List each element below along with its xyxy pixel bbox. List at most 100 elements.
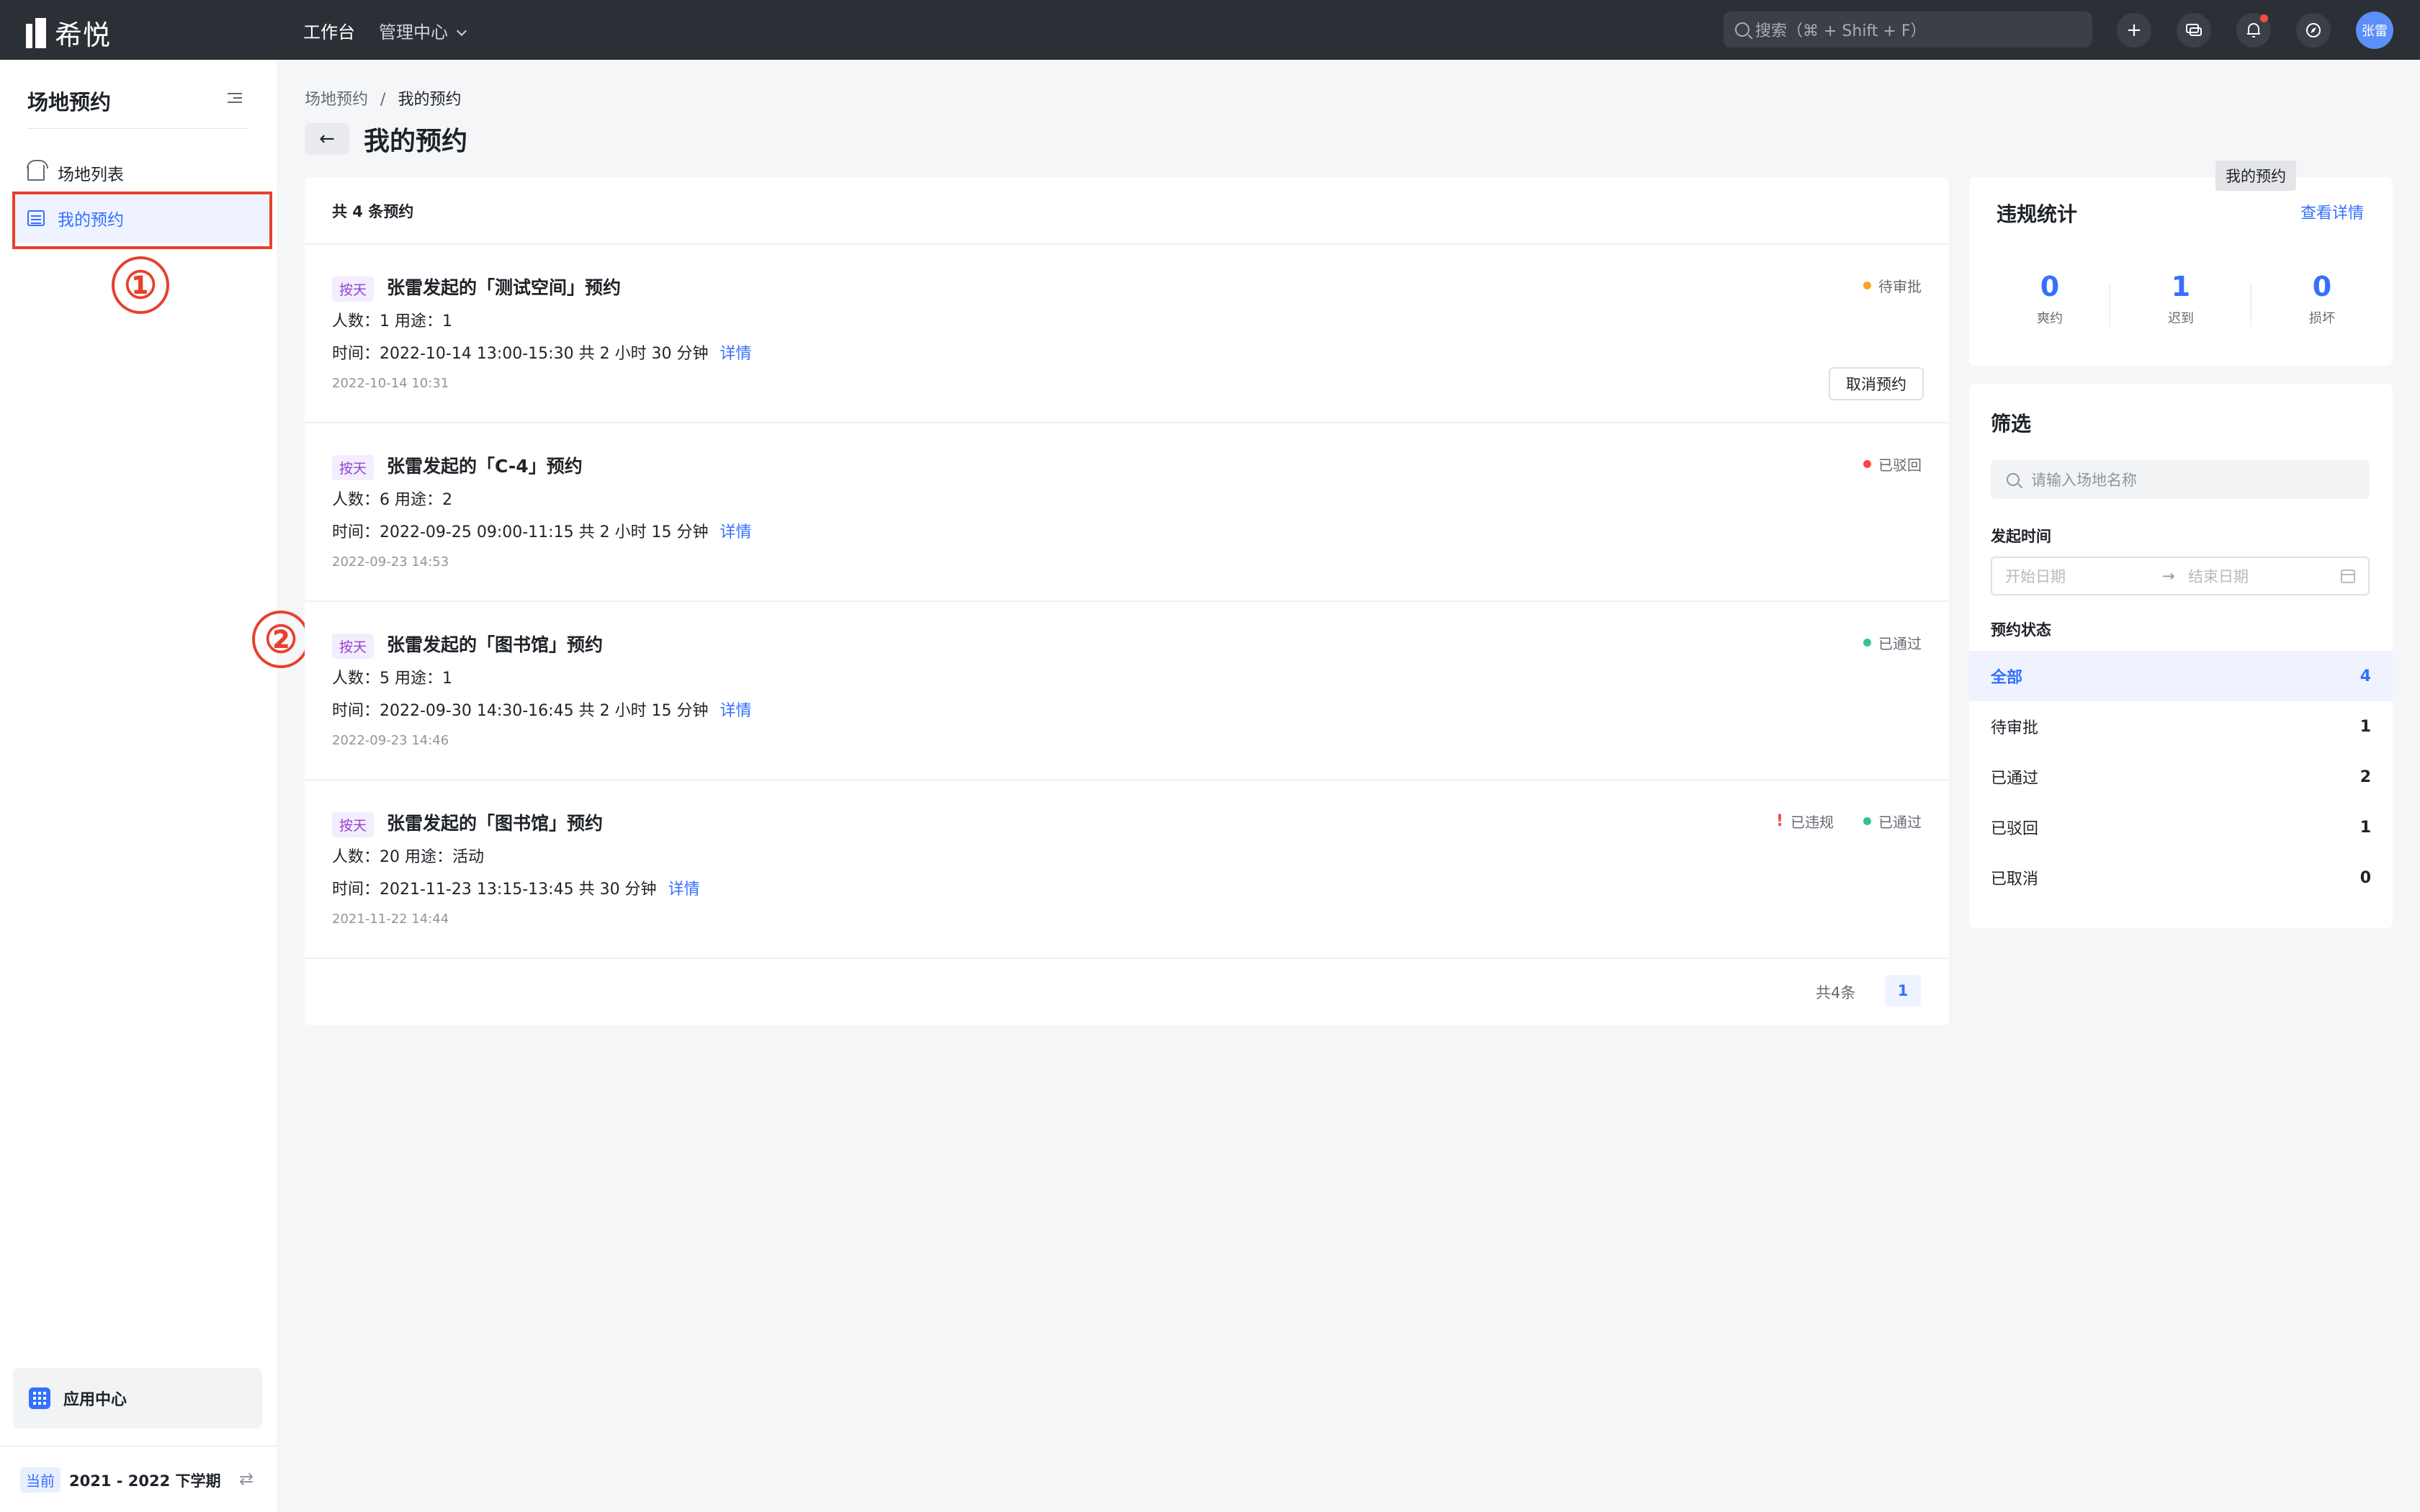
booking-created-at: 2022-10-14 10:31 [332,376,449,391]
booking-title[interactable]: 张雷发起的「图书馆」预约 [387,809,603,835]
stat-value: 0 [2040,271,2060,302]
notification-badge [2260,14,2268,22]
status-dot [1863,460,1871,468]
status-badge: 待审批 [1863,275,1922,296]
annotation-number-1: ① [112,256,169,314]
booking-type-tag: 按天 [332,276,375,302]
status-filter-approved[interactable]: 已通过 2 [1969,752,2393,802]
page-title: 我的预约 [364,127,468,156]
filter-time-label: 发起时间 [1991,528,2051,545]
booking-time-text: 时间：2022-09-30 14:30-16:45 共 2 小时 15 分钟 [332,702,709,720]
annotation-number-2: ② [252,611,310,668]
status-filter-label: 待审批 [1991,719,2039,737]
stat-value: 1 [2171,271,2191,302]
booking-meta: 人数：5 用途：1 [332,670,452,688]
status-filter-pending[interactable]: 待审批 1 [1969,701,2393,752]
status-filter-count: 4 [2360,667,2371,685]
booking-meta: 人数：20 用途：活动 [332,848,484,866]
search-placeholder: 搜索（⌘ + Shift + F） [1755,22,1927,40]
booking-time-text: 时间：2022-10-14 13:00-15:30 共 2 小时 30 分钟 [332,345,709,363]
switch-term-icon[interactable]: ⇄ [239,1469,254,1489]
sidebar-divider [27,128,249,129]
date-range-picker[interactable]: 开始日期 → 结束日期 [1991,557,2370,595]
booking-meta: 人数：6 用途：2 [332,491,452,509]
detail-link[interactable]: 详情 [720,345,752,363]
status-filter-count: 1 [2360,717,2371,736]
stat-late: 1 迟到 [2116,271,2246,327]
bell-icon [2247,23,2260,37]
term-name: 2021 - 2022 下学期 [69,1472,221,1490]
booking-record[interactable]: 按天 张雷发起的「图书馆」预约 人数：20 用途：活动 时间：2021-11-2… [305,780,1949,958]
arrow-left-icon: ← [319,128,335,150]
app-grid-icon [29,1387,50,1409]
list-divider [305,958,1949,959]
chat-icon [2186,24,2202,36]
booking-time-text: 时间：2022-09-25 09:00-11:15 共 2 小时 15 分钟 [332,523,709,541]
booking-record[interactable]: 按天 张雷发起的「测试空间」预约 人数：1 用途：1 时间：2022-10-14… [305,245,1949,422]
status-dot [1863,282,1871,289]
booking-title[interactable]: 张雷发起的「测试空间」预约 [387,274,621,300]
warning-icon: ! [1775,812,1783,830]
breadcrumb-current: 我的预约 [398,91,462,109]
status-filter-rejected[interactable]: 已驳回 1 [1969,802,2393,852]
top-navigation-bar: 希悦 工作台 管理中心 搜索（⌘ + Shift + F） + 张雷 [0,0,2420,60]
detail-link[interactable]: 详情 [668,881,700,899]
stat-divider [2250,284,2251,327]
collapse-sidebar-icon[interactable] [228,91,242,104]
back-button[interactable]: ← [305,123,349,155]
start-date-input[interactable]: 开始日期 [2005,565,2066,587]
status-filter-label: 已通过 [1991,770,2039,788]
plus-icon: + [2126,19,2142,41]
cancel-booking-button[interactable]: 取消预约 [1829,367,1924,400]
search-icon [2007,473,2020,486]
nav-workbench[interactable]: 工作台 [303,18,355,43]
list-count: 共 4 条预约 [332,203,414,220]
booking-time: 时间：2021-11-23 13:15-13:45 共 30 分钟 详情 [332,876,700,899]
sidebar-title: 场地预约 [27,90,112,114]
booking-record[interactable]: 按天 张雷发起的「C-4」预约 人数：6 用途：2 时间：2022-09-25 … [305,423,1949,600]
booking-title[interactable]: 张雷发起的「C-4」预约 [387,452,583,478]
violation-label: 已违规 [1791,814,1834,831]
booking-meta: 人数：1 用途：1 [332,312,452,330]
status-filter-cancelled[interactable]: 已取消 0 [1969,852,2393,903]
filter-title: 筛选 [1991,412,2032,436]
booking-record[interactable]: 按天 张雷发起的「图书馆」预约 人数：5 用途：1 时间：2022-09-30 … [305,602,1949,779]
booking-title[interactable]: 张雷发起的「图书馆」预约 [387,631,603,657]
app-center-label: 应用中心 [63,1391,127,1409]
booking-type-tag: 按天 [332,812,375,837]
sidebar-item-venue-list[interactable]: 场地列表 [13,148,269,198]
venue-search-input[interactable]: 请输入场地名称 [1991,460,2370,499]
pagination-page-1[interactable]: 1 [1885,975,1921,1007]
status-label: 已通过 [1878,814,1922,831]
arrow-right-icon: → [2162,567,2175,585]
breadcrumb-root[interactable]: 场地预约 [305,91,368,109]
venue-search-placeholder: 请输入场地名称 [2031,472,2137,489]
status-filter-count: 1 [2360,818,2371,837]
status-badge: 已通过 [1863,811,1922,832]
detail-link[interactable]: 详情 [720,702,752,720]
status-filter-count: 0 [2360,868,2371,887]
breadcrumb-separator: / [380,91,386,109]
compass-icon [2306,23,2321,37]
nav-admin-center[interactable]: 管理中心 [379,18,467,43]
user-avatar[interactable]: 张雷 [2356,12,2393,49]
booking-created-at: 2022-09-23 14:46 [332,733,449,748]
logo-mark-icon [26,17,48,48]
global-search-input[interactable]: 搜索（⌘ + Shift + F） [1724,12,2092,48]
detail-link[interactable]: 详情 [720,523,752,541]
help-button[interactable] [2296,13,2331,48]
status-label: 已驳回 [1878,456,1922,474]
app-center-button[interactable]: 应用中心 [13,1368,262,1428]
annotation-box-1 [12,192,272,249]
view-details-link[interactable]: 查看详情 [2300,200,2364,223]
calendar-icon [2341,570,2355,583]
add-button[interactable]: + [2117,13,2151,48]
status-dot [1863,817,1871,825]
booking-time: 时间：2022-10-14 13:00-15:30 共 2 小时 30 分钟 详情 [332,341,752,364]
end-date-input[interactable]: 结束日期 [2188,565,2249,587]
app-logo[interactable]: 希悦 [26,13,111,53]
status-filter-all[interactable]: 全部 4 [1969,651,2393,701]
violation-stats-card: 违规统计 查看详情 0 爽约 1 迟到 0 损坏 [1969,177,2393,366]
notifications-button[interactable] [2236,13,2271,48]
messages-button[interactable] [2177,13,2211,48]
